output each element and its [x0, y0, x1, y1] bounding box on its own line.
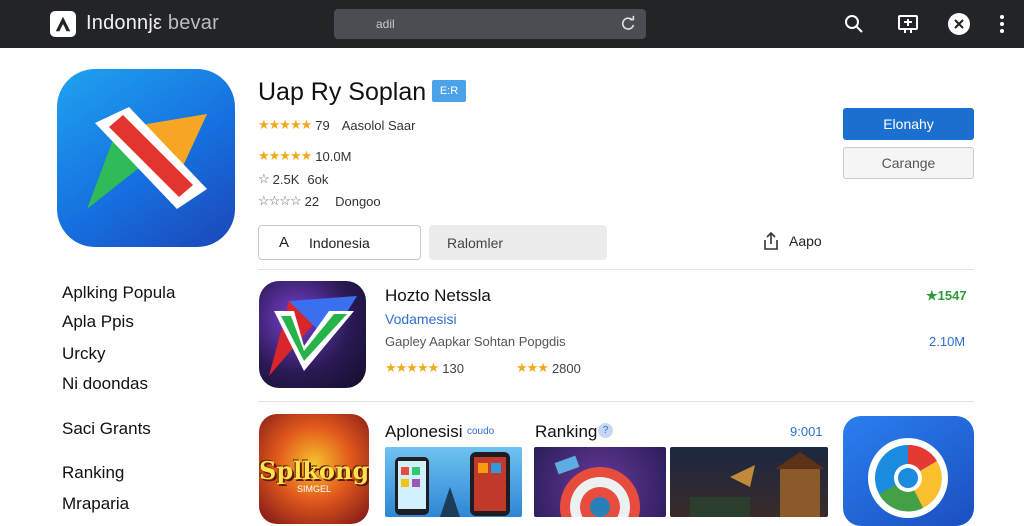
star-rating-icon: ★★★★★ — [385, 360, 439, 375]
sidebar-item-popular[interactable]: Aplking Popula — [62, 283, 175, 303]
cast-icon[interactable] — [896, 12, 920, 36]
language-label: Indonesia — [309, 234, 370, 251]
share-icon — [764, 231, 778, 250]
rating-row-4: ☆☆☆☆ 22 Dongoo — [258, 193, 381, 209]
app-title: Indonnjε bevar — [86, 12, 219, 34]
sidebar-item-mraparia[interactable]: Mraparia — [62, 494, 129, 514]
top-bar: Indonnjε bevar adil — [0, 0, 1024, 48]
screenshot-thumbnail[interactable] — [534, 447, 666, 517]
info-icon[interactable]: ? — [598, 423, 613, 438]
rating-row-3: ☆ 2.5K 6ok — [258, 171, 329, 187]
hero-app-icon — [57, 69, 235, 247]
sidebar-item-urcky[interactable]: Urcky — [62, 344, 105, 364]
app-logo-icon[interactable] — [50, 11, 76, 37]
featured-subtitle[interactable]: Vodamesisi — [385, 311, 457, 327]
star-outline-icon: ☆ — [258, 171, 270, 186]
game-app-icon[interactable]: Splkong SIMGEL — [259, 414, 369, 524]
reference-field[interactable]: Ralomler — [429, 225, 607, 260]
featured-title[interactable]: Hozto Netssla — [385, 286, 491, 306]
search-value: adil — [376, 17, 395, 31]
sidebar-item-grants[interactable]: Saci Grants — [62, 419, 151, 439]
screenshot-thumbnail[interactable] — [385, 447, 522, 517]
app-title-heading: Uap Ry Soplan — [258, 78, 427, 106]
age-badge: E:R — [432, 80, 466, 102]
refresh-icon[interactable] — [619, 15, 637, 33]
search-input[interactable]: adil — [334, 9, 646, 39]
browser-app-icon[interactable] — [843, 416, 974, 526]
game-logo-text: Splkong — [259, 456, 369, 485]
game-logo-subtitle: SIMGEL — [296, 484, 331, 494]
section-value: 9:001 — [790, 424, 823, 439]
sidebar-item-downloads[interactable]: Ni doondas — [62, 374, 148, 394]
sidebar-item-apps[interactable]: Apla Ppis — [62, 312, 134, 332]
star-rating-icon: ★★★★★ — [258, 117, 312, 132]
section-title-apps[interactable]: Aplonesisi — [385, 422, 463, 442]
search-icon[interactable] — [842, 12, 866, 36]
featured-app-icon[interactable] — [259, 281, 366, 388]
divider — [258, 269, 974, 270]
change-button[interactable]: Carange — [843, 147, 974, 179]
star-rating-icon: ★★★ — [515, 360, 549, 375]
featured-ratings: ★★★★★ 130 ★★★ 2800 — [385, 360, 581, 376]
profile-icon[interactable] — [947, 12, 971, 36]
screenshot-thumbnail[interactable] — [670, 447, 828, 517]
rating-row-2: ★★★★★ 10.0M — [258, 148, 352, 164]
share-button[interactable]: Aapo — [761, 231, 822, 251]
section-tag: coudo — [467, 426, 495, 437]
section-title-ranking[interactable]: Ranking — [535, 422, 597, 442]
featured-description: Gapley Aapkar Sohtan Popgdis — [385, 334, 566, 349]
sidebar-item-ranking[interactable]: Ranking — [62, 463, 124, 483]
more-icon[interactable] — [990, 12, 1014, 36]
language-icon: A — [279, 234, 290, 251]
star-outline-icon: ☆☆☆☆ — [258, 193, 302, 208]
install-button[interactable]: Elonahy — [843, 108, 974, 140]
star-rating-icon: ★★★★★ — [258, 148, 312, 163]
featured-downloads: 2.10M — [929, 334, 966, 349]
language-selector[interactable]: A Indonesia — [258, 225, 421, 260]
divider — [258, 401, 974, 402]
rating-row-1: ★★★★★ 79 Aasolol Saar — [258, 117, 416, 133]
featured-score: ★1547 — [926, 288, 967, 303]
